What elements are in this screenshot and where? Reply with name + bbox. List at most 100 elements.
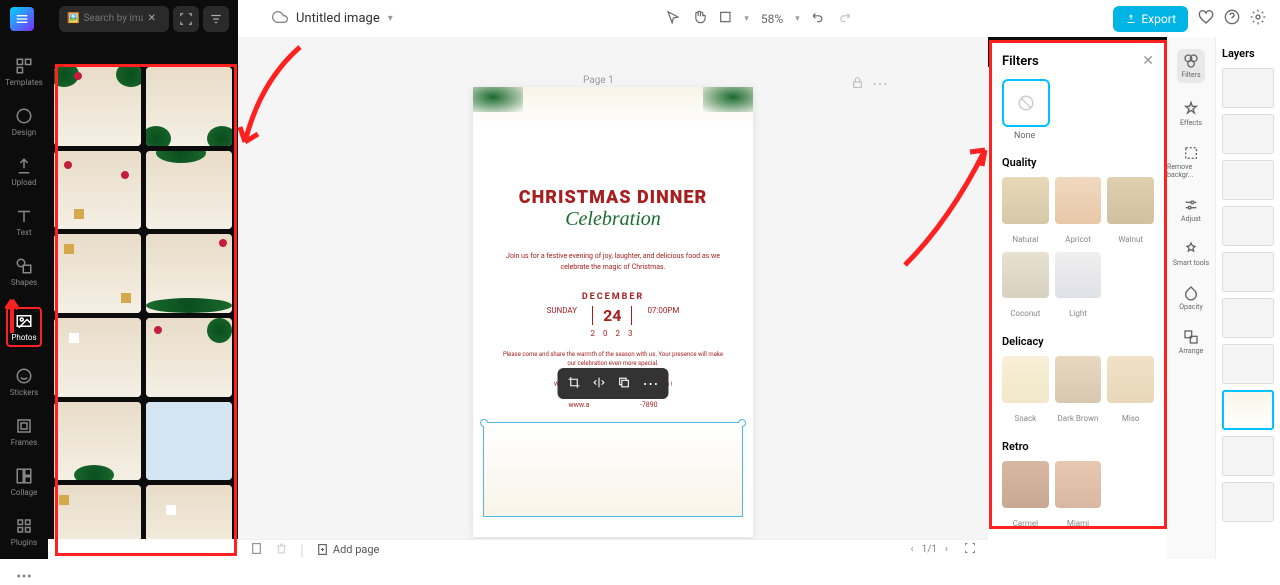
canvas-title-1: CHRISTMAS DINNER — [473, 187, 753, 208]
app-logo[interactable] — [10, 7, 34, 31]
nav-templates[interactable]: Templates — [5, 57, 42, 87]
photo-thumb[interactable] — [146, 485, 233, 539]
photo-thumb[interactable] — [54, 67, 141, 146]
filter-apricot[interactable]: Apricot — [1055, 177, 1102, 246]
nav-plugins[interactable]: Plugins — [11, 517, 37, 547]
flip-icon[interactable] — [593, 374, 606, 393]
lock-icon[interactable] — [851, 74, 864, 93]
filter-walnut[interactable]: Walnut — [1107, 177, 1154, 246]
scan-icon[interactable] — [173, 6, 199, 32]
search-input-wrap[interactable]: 🖼️ ✕ — [59, 6, 169, 32]
photo-thumb[interactable] — [54, 485, 141, 539]
prev-page-icon[interactable]: ‹ — [911, 544, 914, 555]
clear-search-icon[interactable]: ✕ — [147, 13, 155, 24]
filter-dark-brown[interactable]: Dark Brown — [1055, 356, 1102, 425]
rs-smart-tools[interactable]: Smart tools — [1173, 241, 1209, 267]
filter-none[interactable] — [1002, 79, 1050, 127]
nav-frames[interactable]: Frames — [11, 417, 38, 447]
settings-icon[interactable] — [1250, 9, 1266, 29]
photo-thumb[interactable] — [146, 318, 233, 397]
selected-image[interactable] — [483, 422, 743, 517]
nav-photos[interactable]: Photos — [6, 307, 41, 347]
filter-section-retro: Retro — [1002, 440, 1154, 453]
next-page-icon[interactable]: › — [945, 544, 948, 555]
photo-thumb[interactable] — [54, 318, 141, 397]
undo-icon[interactable] — [812, 9, 826, 28]
filters-title: Filters — [1002, 54, 1039, 69]
canvas[interactable]: CHRISTMAS DINNER Celebration Join us for… — [473, 87, 753, 537]
nav-design[interactable]: Design — [12, 107, 36, 137]
crop-chevron-icon[interactable]: ▾ — [744, 14, 749, 24]
canvas-message-1: Please come and share the warmth of the … — [498, 350, 728, 368]
nav-collage[interactable]: Collage — [11, 467, 38, 497]
filter-light[interactable]: Light — [1055, 252, 1102, 321]
nav-upload[interactable]: Upload — [11, 157, 36, 187]
canvas-year: 2 0 2 3 — [473, 329, 753, 338]
title-chevron-icon[interactable]: ▾ — [388, 13, 393, 24]
canvas-month: DECEMBER — [473, 292, 753, 302]
export-button[interactable]: Export — [1113, 6, 1188, 32]
canvas-title-2: Celebration — [473, 208, 753, 231]
favorite-icon[interactable] — [1198, 9, 1214, 29]
layer-item-active[interactable] — [1222, 390, 1274, 430]
hand-tool-icon[interactable] — [692, 9, 706, 28]
search-input[interactable] — [83, 13, 143, 24]
duplicate-icon[interactable] — [618, 374, 631, 393]
rs-effects[interactable]: Effects — [1180, 101, 1202, 127]
page-label: Page 1 — [583, 75, 614, 86]
canvas-description: Join us for a festive evening of joy, la… — [493, 251, 733, 272]
filter-miso[interactable]: Miso — [1107, 356, 1154, 425]
add-page-button[interactable]: Add page — [316, 543, 379, 556]
filter-miami[interactable]: Miami — [1055, 461, 1102, 529]
photo-thumb[interactable] — [146, 234, 233, 313]
page-indicator: 1/1 — [922, 544, 937, 555]
rs-filters[interactable]: Filters — [1177, 49, 1204, 83]
filter-section-quality: Quality — [1002, 156, 1154, 169]
layer-item[interactable] — [1222, 252, 1274, 292]
crop-tool-icon[interactable] — [718, 9, 732, 28]
nav-shapes[interactable]: Shapes — [11, 257, 37, 287]
nav-text[interactable]: Text — [15, 207, 33, 237]
delete-icon[interactable] — [275, 540, 288, 559]
filter-carmel[interactable]: Carmel — [1002, 461, 1049, 529]
search-image-icon: 🖼️ — [67, 13, 79, 24]
canvas-day: 24 — [592, 306, 632, 325]
filter-coconut[interactable]: Coconut — [1002, 252, 1049, 321]
photo-thumb[interactable] — [146, 402, 233, 481]
document-title[interactable]: Untitled image — [296, 11, 380, 26]
filter-snack[interactable]: Snack — [1002, 356, 1049, 425]
close-filters-icon[interactable]: ✕ — [1142, 53, 1154, 69]
photo-thumb[interactable] — [54, 234, 141, 313]
layer-item[interactable] — [1222, 206, 1274, 246]
photo-thumb[interactable] — [146, 151, 233, 230]
layer-item[interactable] — [1222, 482, 1274, 522]
crop-icon[interactable] — [568, 374, 581, 393]
rs-remove-bg[interactable]: Remove backgr... — [1167, 145, 1215, 179]
layer-item[interactable] — [1222, 114, 1274, 154]
nav-more[interactable] — [15, 567, 33, 585]
filter-natural[interactable]: Natural — [1002, 177, 1049, 246]
rs-opacity[interactable]: Opacity — [1179, 285, 1203, 311]
nav-stickers[interactable]: Stickers — [10, 367, 39, 397]
photo-thumb[interactable] — [54, 402, 141, 481]
photo-thumb[interactable] — [146, 67, 233, 146]
pages-icon[interactable] — [250, 540, 263, 559]
redo-icon[interactable] — [838, 9, 852, 28]
zoom-level[interactable]: 58% — [761, 12, 783, 26]
rs-arrange[interactable]: Arrange — [1179, 329, 1204, 355]
layer-item[interactable] — [1222, 68, 1274, 108]
more-icon[interactable]: ⋯ — [872, 74, 888, 93]
layer-item[interactable] — [1222, 436, 1274, 476]
layer-item[interactable] — [1222, 160, 1274, 200]
zoom-chevron-icon[interactable]: ▾ — [795, 14, 800, 24]
layer-item[interactable] — [1222, 344, 1274, 384]
canvas-time: 07:00PM — [647, 306, 679, 325]
help-icon[interactable] — [1224, 9, 1240, 29]
more-options-icon[interactable]: ⋯ — [643, 374, 659, 393]
fullscreen-icon[interactable] — [964, 542, 976, 557]
layer-item[interactable] — [1222, 298, 1274, 338]
filter-settings-icon[interactable] — [203, 6, 229, 32]
rs-adjust[interactable]: Adjust — [1181, 197, 1201, 223]
photo-thumb[interactable] — [54, 151, 141, 230]
cursor-tool-icon[interactable] — [666, 9, 680, 28]
